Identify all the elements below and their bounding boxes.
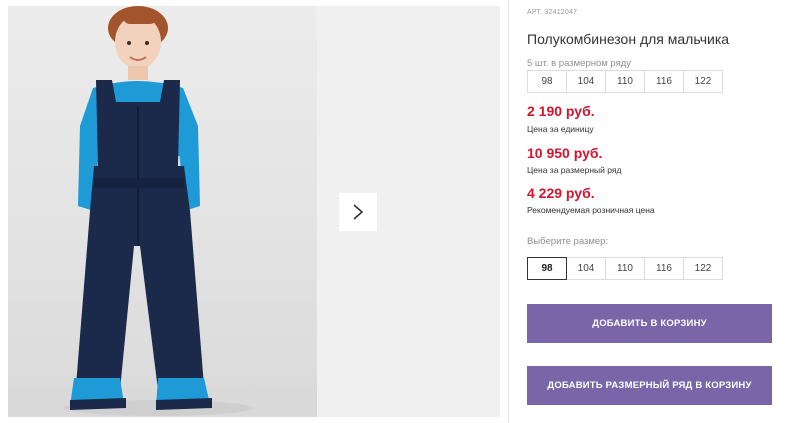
column-divider	[508, 0, 509, 423]
pack-size: 122	[683, 70, 723, 93]
pack-price: 10 950 руб.	[527, 145, 603, 161]
pack-size: 116	[644, 70, 684, 93]
size-selector: 98 104 110 116 122	[527, 257, 723, 280]
choose-size-label: Выберите размер:	[527, 236, 609, 247]
size-option-104[interactable]: 104	[566, 257, 606, 280]
next-image-button[interactable]	[339, 193, 377, 231]
boy-in-overalls-image	[63, 6, 253, 416]
product-gallery	[8, 6, 500, 417]
pack-note: 5 шт. в размерном ряду	[527, 58, 632, 69]
product-photo[interactable]	[8, 6, 317, 417]
pack-size: 104	[566, 70, 606, 93]
unit-price-label: Цена за единицу	[527, 124, 594, 134]
unit-price: 2 190 руб.	[527, 103, 595, 119]
retail-price: 4 229 руб.	[527, 185, 595, 201]
add-pack-to-cart-button[interactable]: ДОБАВИТЬ РАЗМЕРНЫЙ РЯД В КОРЗИНУ	[527, 366, 772, 405]
pack-size: 98	[527, 70, 567, 93]
size-option-110[interactable]: 110	[605, 257, 645, 280]
add-to-cart-button[interactable]: ДОБАВИТЬ В КОРЗИНУ	[527, 304, 772, 343]
size-option-122[interactable]: 122	[683, 257, 723, 280]
article-number: АРТ. 32412047	[527, 9, 578, 16]
size-option-116[interactable]: 116	[644, 257, 684, 280]
pack-sizes: 98 104 110 116 122	[527, 70, 723, 93]
pack-size: 110	[605, 70, 645, 93]
pack-price-label: Цена за размерный ряд	[527, 165, 622, 175]
chevron-right-icon	[353, 204, 364, 220]
product-title: Полукомбинезон для мальчика	[527, 31, 730, 47]
retail-price-label: Рекомендуемая розничная цена	[527, 205, 655, 215]
size-option-98[interactable]: 98	[527, 257, 567, 280]
